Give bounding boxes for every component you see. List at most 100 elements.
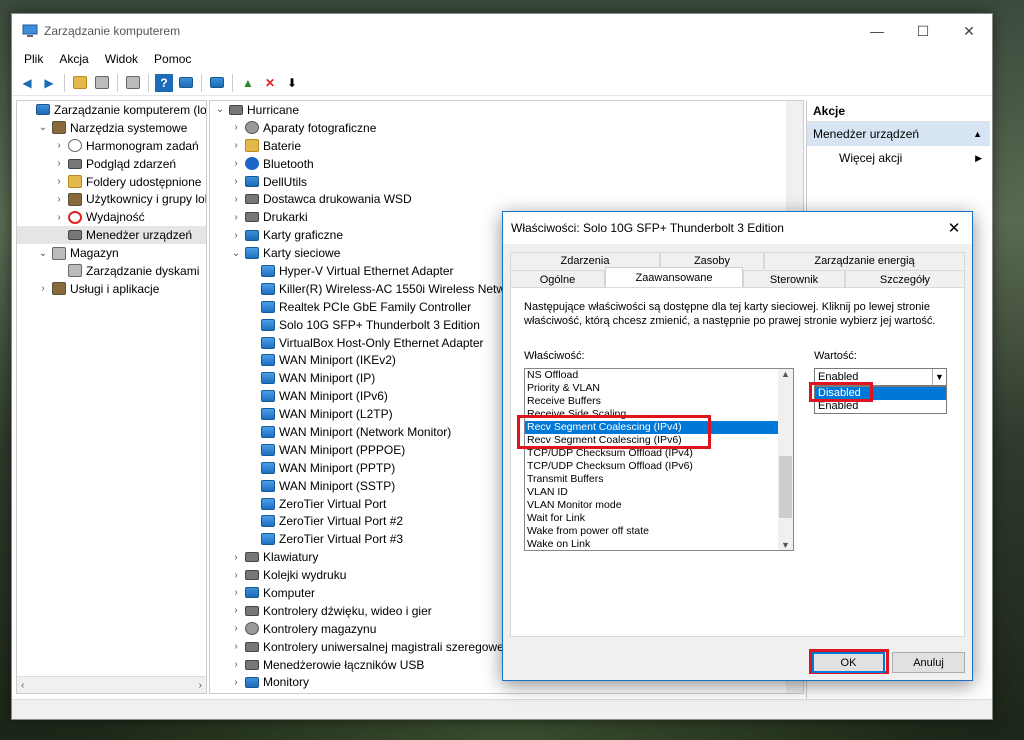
more-actions[interactable]: Więcej akcji ▶	[807, 146, 990, 170]
tree-item[interactable]: ⌄ Narzędzia systemowe	[17, 119, 206, 137]
chevron-down-icon[interactable]: ⌄	[230, 248, 242, 259]
tab-power-management[interactable]: Zarządzanie energią	[764, 252, 965, 269]
chevron-right-icon[interactable]: ›	[53, 212, 65, 223]
tree-item[interactable]: › Baterie	[210, 137, 803, 155]
tree-item[interactable]: › Bluetooth	[210, 155, 803, 173]
chevron-right-icon[interactable]: ›	[37, 283, 49, 294]
tree-item[interactable]: › Użytkownicy i grupy lok	[17, 190, 206, 208]
chevron-right-icon[interactable]: ›	[230, 552, 242, 563]
actions-section-device-manager[interactable]: Menedżer urządzeń ▲	[807, 122, 990, 146]
minimize-button[interactable]: —	[854, 14, 900, 48]
tree-item[interactable]: Menedżer urządzeń	[17, 226, 206, 245]
tab-details[interactable]: Szczegóły	[845, 270, 965, 288]
show-action-pane-icon[interactable]	[177, 74, 195, 92]
scroll-right-icon[interactable]: ›	[199, 680, 202, 691]
scroll-up-icon[interactable]: ▲	[778, 369, 793, 379]
maximize-button[interactable]: ☐	[900, 14, 946, 48]
property-item[interactable]: NS Offload	[525, 369, 793, 382]
collapse-icon[interactable]: ▲	[973, 129, 982, 139]
chevron-right-icon[interactable]: ›	[230, 140, 242, 151]
chevron-right-icon[interactable]: ›	[230, 659, 242, 670]
tree-item[interactable]: › Podgląd zdarzeń	[17, 155, 206, 173]
tree-item[interactable]: › Dostawca drukowania WSD	[210, 190, 803, 208]
property-item[interactable]: Receive Buffers	[525, 395, 793, 408]
tree-item-label: WAN Miniport (L2TP)	[279, 407, 393, 422]
chevron-down-icon[interactable]: ⌄	[37, 122, 49, 133]
uninstall-icon[interactable]: ✕	[261, 74, 279, 92]
tree-item[interactable]: › Usługi i aplikacje	[17, 280, 206, 298]
chevron-right-icon[interactable]: ›	[230, 176, 242, 187]
chevron-right-icon[interactable]: ›	[230, 194, 242, 205]
chevron-right-icon[interactable]: ›	[230, 212, 242, 223]
chevron-right-icon[interactable]: ›	[230, 570, 242, 581]
show-hide-tree-icon[interactable]	[93, 74, 111, 92]
chevron-right-icon[interactable]: ›	[230, 677, 242, 688]
chevron-right-icon[interactable]: ›	[230, 158, 242, 169]
tree-item[interactable]: ⌄ Hurricane	[210, 101, 803, 119]
tree-item[interactable]: › Foldery udostępnione	[17, 173, 206, 191]
scrollbar-thumb[interactable]	[779, 456, 792, 518]
tree-item-label: Dostawca drukowania WSD	[263, 192, 412, 207]
toolbar-separator	[201, 73, 202, 92]
property-item[interactable]: Wake from power off state	[525, 525, 793, 538]
property-item[interactable]: Transmit Buffers	[525, 473, 793, 486]
chevron-right-icon[interactable]: ›	[53, 158, 65, 169]
tree-item-label: WAN Miniport (PPTP)	[279, 460, 396, 475]
chevron-right-icon[interactable]: ›	[53, 140, 65, 151]
chevron-right-icon[interactable]: ›	[53, 194, 65, 205]
scroll-down-icon[interactable]: ▼	[778, 540, 793, 550]
property-item[interactable]: VLAN ID	[525, 486, 793, 499]
scroll-left-icon[interactable]: ‹	[21, 680, 24, 691]
menu-view[interactable]: Widok	[97, 52, 146, 66]
property-item[interactable]: Priority & VLAN	[525, 382, 793, 395]
scan-hardware-icon[interactable]	[208, 74, 226, 92]
property-item[interactable]: Wake on Link	[525, 538, 793, 550]
tree-item-label: VirtualBox Host-Only Ethernet Adapter	[279, 335, 484, 350]
cancel-button[interactable]: Anuluj	[892, 652, 965, 673]
download-icon[interactable]: ⬇	[283, 74, 301, 92]
property-item[interactable]: VLAN Monitor mode	[525, 499, 793, 512]
chevron-right-icon[interactable]: ›	[230, 605, 242, 616]
chevron-down-icon[interactable]: ▼	[932, 369, 946, 385]
property-item[interactable]: Wait for Link	[525, 512, 793, 525]
tree-item[interactable]: ⌄ Magazyn	[17, 244, 206, 262]
property-scrollbar[interactable]: ▲ ▼	[778, 369, 793, 550]
chevron-right-icon[interactable]: ›	[230, 122, 242, 133]
up-folder-icon[interactable]	[71, 74, 89, 92]
tab-advanced[interactable]: Zaawansowane	[605, 267, 743, 287]
chevron-right-icon[interactable]: ›	[230, 230, 242, 241]
tree-item[interactable]: Zarządzanie komputerem (loka	[17, 101, 206, 119]
left-horizontal-scrollbar[interactable]: ‹ ›	[17, 676, 206, 693]
tree-item[interactable]: › Harmonogram zadań	[17, 137, 206, 155]
tree-item[interactable]: › Aparaty fotograficzne	[210, 119, 803, 137]
close-button[interactable]: ✕	[946, 14, 992, 48]
chevron-down-icon[interactable]: ⌄	[214, 104, 226, 115]
tab-driver[interactable]: Sterownik	[743, 270, 845, 288]
chevron-right-icon[interactable]: ›	[230, 623, 242, 634]
toolbar-separator	[232, 73, 233, 92]
chevron-right-icon[interactable]: ›	[230, 587, 242, 598]
tree-item[interactable]: › Wydajność	[17, 208, 206, 226]
menu-file[interactable]: Plik	[16, 52, 51, 66]
menu-help[interactable]: Pomoc	[146, 52, 199, 66]
tree-item[interactable]: Zarządzanie dyskami	[17, 262, 206, 280]
help-icon[interactable]: ?	[155, 73, 173, 92]
menu-action[interactable]: Akcja	[51, 52, 96, 66]
dialog-title-bar: Właściwości: Solo 10G SFP+ Thunderbolt 3…	[503, 212, 972, 244]
property-listbox[interactable]: NS Offload Priority & VLAN Receive Buffers…	[524, 368, 794, 551]
update-driver-icon[interactable]: ▲	[239, 74, 257, 92]
ok-button[interactable]: OK	[812, 652, 885, 673]
chevron-right-icon[interactable]: ›	[230, 641, 242, 652]
forward-icon[interactable]: ▶	[40, 74, 58, 92]
network-adapter-icon	[261, 372, 275, 385]
tab-general[interactable]: Ogólne	[510, 270, 605, 288]
property-item[interactable]: TCP/UDP Checksum Offload (IPv6)	[525, 460, 793, 473]
tree-item-label: Klawiatury	[263, 550, 319, 565]
tree-item[interactable]: › DellUtils	[210, 173, 803, 191]
chevron-down-icon[interactable]: ⌄	[37, 248, 49, 259]
adapter-properties-dialog: Właściwości: Solo 10G SFP+ Thunderbolt 3…	[502, 211, 973, 681]
chevron-right-icon[interactable]: ›	[53, 176, 65, 187]
properties-icon[interactable]	[124, 74, 142, 92]
dialog-close-button[interactable]: ✕	[936, 219, 972, 237]
back-icon[interactable]: ◀	[18, 74, 36, 92]
